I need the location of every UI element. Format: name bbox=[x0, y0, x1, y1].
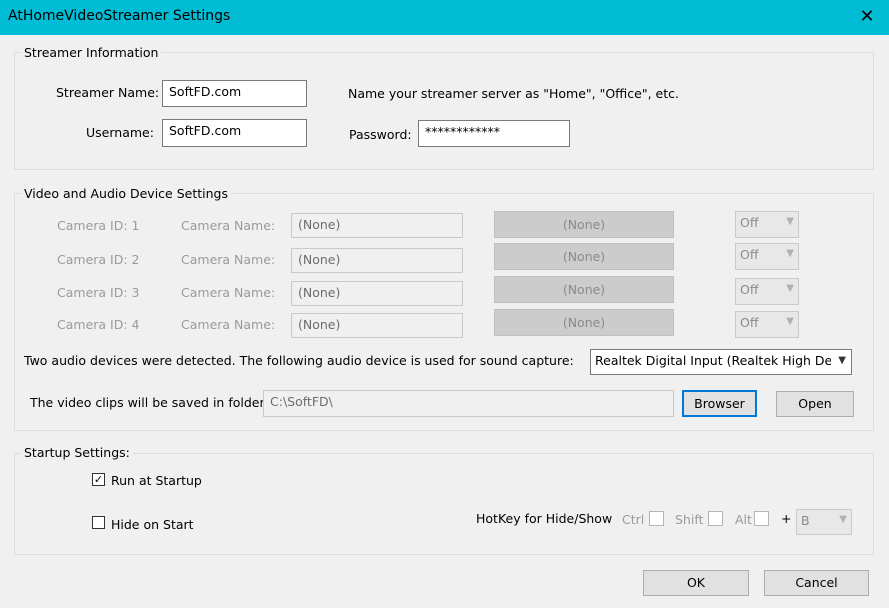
folder-label: The video clips will be saved in folder: bbox=[30, 395, 269, 410]
close-icon[interactable]: ✕ bbox=[852, 5, 882, 29]
audio-device-value: Realtek Digital Input (Realtek High Defi bbox=[595, 353, 831, 368]
chevron-down-icon: ▼ bbox=[786, 283, 794, 294]
hotkey-key-select[interactable]: B ▼ bbox=[796, 509, 852, 535]
camera-name-label: Camera Name: bbox=[181, 252, 276, 267]
camera-device-button[interactable]: (None) bbox=[494, 309, 674, 336]
startup-settings-label: Startup Settings: bbox=[21, 445, 133, 460]
camera-state-select[interactable]: Off ▼ bbox=[735, 278, 799, 305]
open-button[interactable]: Open bbox=[776, 391, 854, 417]
shift-label: Shift bbox=[675, 512, 704, 527]
plus-label: + bbox=[781, 511, 792, 526]
chevron-down-icon: ▼ bbox=[786, 248, 794, 259]
ctrl-label: Ctrl bbox=[622, 512, 645, 527]
camera-state-value: Off bbox=[740, 215, 759, 230]
chevron-down-icon: ▼ bbox=[786, 216, 794, 227]
hotkey-key-value: B bbox=[801, 513, 810, 528]
camera-id-label: Camera ID: 3 bbox=[57, 285, 140, 300]
camera-name-input[interactable]: (None) bbox=[291, 248, 463, 273]
device-settings-label: Video and Audio Device Settings bbox=[21, 186, 231, 201]
camera-id-label: Camera ID: 1 bbox=[57, 218, 140, 233]
camera-device-button[interactable]: (None) bbox=[494, 211, 674, 238]
camera-name-label: Camera Name: bbox=[181, 285, 276, 300]
password-label: Password: bbox=[349, 127, 412, 142]
camera-state-select[interactable]: Off ▼ bbox=[735, 311, 799, 338]
camera-name-input[interactable]: (None) bbox=[291, 281, 463, 306]
camera-name-label: Camera Name: bbox=[181, 317, 276, 332]
startup-settings-group bbox=[14, 453, 874, 555]
audio-device-select[interactable]: Realtek Digital Input (Realtek High Defi… bbox=[590, 349, 852, 375]
camera-device-button[interactable]: (None) bbox=[494, 276, 674, 303]
streamer-name-input[interactable]: SoftFD.com bbox=[162, 80, 307, 107]
run-at-startup-label: Run at Startup bbox=[111, 473, 202, 488]
cancel-button[interactable]: Cancel bbox=[764, 570, 869, 596]
camera-name-input[interactable]: (None) bbox=[291, 213, 463, 238]
window-title: AtHomeVideoStreamer Settings bbox=[8, 8, 231, 24]
camera-state-select[interactable]: Off ▼ bbox=[735, 243, 799, 270]
chevron-down-icon: ▼ bbox=[839, 514, 847, 525]
camera-state-select[interactable]: Off ▼ bbox=[735, 211, 799, 238]
camera-name-label: Camera Name: bbox=[181, 218, 276, 233]
streamer-info-group bbox=[14, 52, 874, 170]
shift-checkbox[interactable] bbox=[708, 511, 723, 526]
streamer-name-label: Streamer Name: bbox=[56, 85, 160, 100]
camera-device-button[interactable]: (None) bbox=[494, 243, 674, 270]
password-input[interactable]: ************ bbox=[418, 120, 570, 147]
camera-state-value: Off bbox=[740, 315, 759, 330]
hotkey-label: HotKey for Hide/Show bbox=[476, 511, 613, 526]
alt-label: Alt bbox=[735, 512, 752, 527]
ctrl-checkbox[interactable] bbox=[649, 511, 664, 526]
run-at-startup-checkbox[interactable]: ✓ bbox=[92, 473, 105, 486]
chevron-down-icon: ▼ bbox=[838, 355, 846, 366]
camera-state-value: Off bbox=[740, 282, 759, 297]
camera-id-label: Camera ID: 4 bbox=[57, 317, 140, 332]
alt-checkbox[interactable] bbox=[754, 511, 769, 526]
camera-state-value: Off bbox=[740, 247, 759, 262]
audio-devices-text: Two audio devices were detected. The fol… bbox=[24, 353, 574, 368]
username-input[interactable]: SoftFD.com bbox=[162, 119, 307, 147]
browse-button[interactable]: Browser bbox=[682, 390, 757, 417]
ok-button[interactable]: OK bbox=[643, 570, 749, 596]
username-label: Username: bbox=[86, 125, 154, 140]
camera-name-input[interactable]: (None) bbox=[291, 313, 463, 338]
folder-input[interactable]: C:\SoftFD\ bbox=[263, 390, 674, 417]
camera-id-label: Camera ID: 2 bbox=[57, 252, 140, 267]
streamer-name-hint: Name your streamer server as "Home", "Of… bbox=[348, 86, 679, 101]
hide-on-start-checkbox[interactable] bbox=[92, 516, 105, 529]
chevron-down-icon: ▼ bbox=[786, 316, 794, 327]
streamer-info-label: Streamer Information bbox=[21, 45, 162, 60]
hide-on-start-label: Hide on Start bbox=[111, 517, 194, 532]
